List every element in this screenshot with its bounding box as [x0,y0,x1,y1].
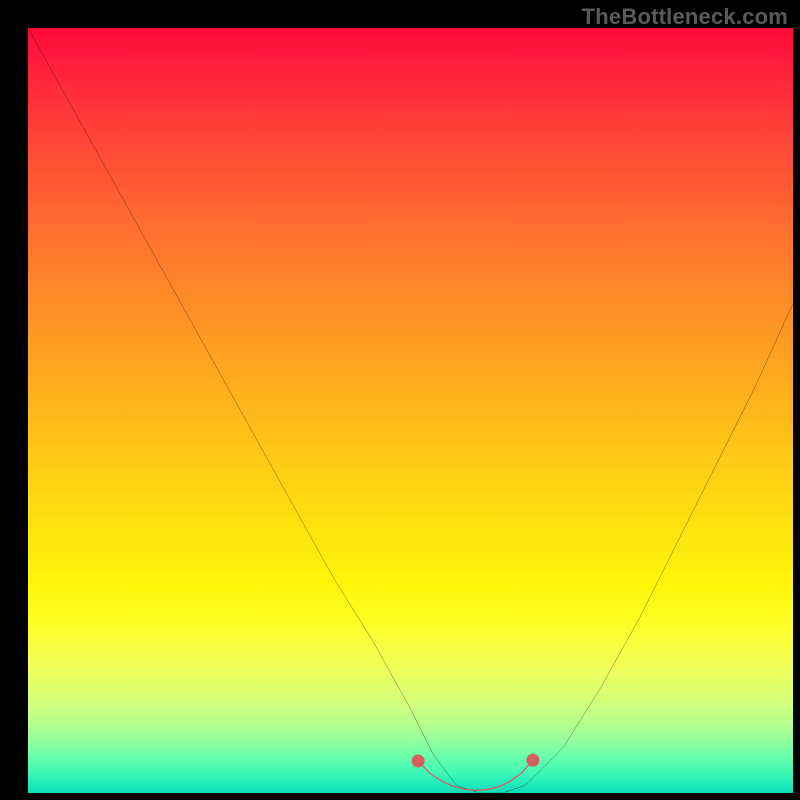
plot-area [28,28,793,793]
chart-container: TheBottleneck.com [0,0,800,800]
main-curve [28,28,793,793]
valley-marker-path [418,760,533,790]
watermark-text: TheBottleneck.com [582,4,788,30]
valley-marker-dot [526,754,539,767]
valley-marker-dot [412,754,425,767]
curve-svg [28,28,793,793]
valley-marker-group [412,754,540,791]
